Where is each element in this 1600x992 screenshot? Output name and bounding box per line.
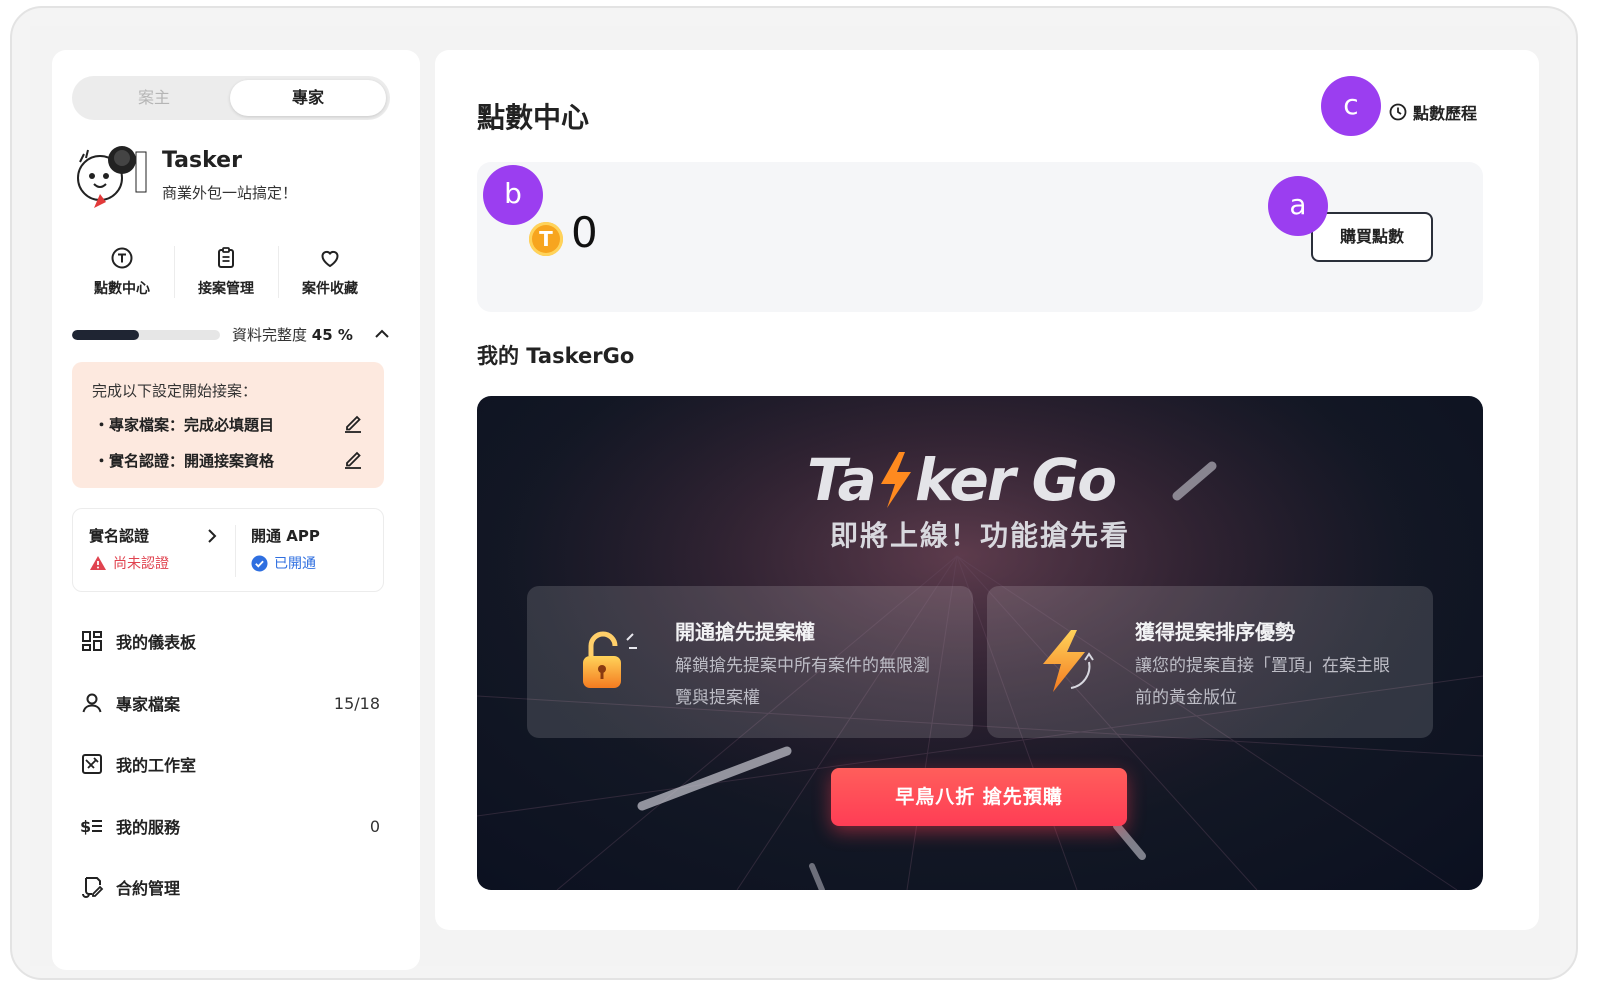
annotation-marker-c: c xyxy=(1321,76,1381,136)
edit-icon[interactable] xyxy=(342,448,364,470)
avatar xyxy=(77,146,147,208)
role-toggle[interactable]: 案主 專家 xyxy=(72,76,390,120)
studio-icon xyxy=(82,754,102,774)
menu-label: 專家檔案 xyxy=(116,695,181,714)
menu-label: 合約管理 xyxy=(116,879,181,898)
check-circle-icon xyxy=(251,555,268,571)
feature-card-ranking-advantage: 獲得提案排序優勢 讓您的提案直接「置頂」在案主眼前的黃金版位 xyxy=(987,586,1433,738)
unlock-icon xyxy=(583,631,637,688)
user-tagline: 商業外包一站搞定！ xyxy=(162,184,298,202)
chevron-right-icon[interactable] xyxy=(203,527,221,545)
user-icon xyxy=(82,693,102,713)
svg-text:Ta: Ta xyxy=(807,446,875,512)
identity-status: 尚未認證 xyxy=(89,553,169,573)
section-title: 我的 TaskerGo xyxy=(477,344,635,368)
feature-card-priority-proposal: 開通搶先提案權 解鎖搶先提案中所有案件的無限瀏覽與提案權 xyxy=(527,586,973,738)
profile-progress-label: 資料完整度 45 % xyxy=(232,324,353,345)
menu-count: 15/18 xyxy=(333,693,380,713)
quick-link-cases[interactable]: 接案管理 xyxy=(174,246,278,298)
points-history-link[interactable]: 點數歷程 xyxy=(1389,100,1477,124)
identity-verification-title[interactable]: 實名認證 xyxy=(89,525,149,546)
divider xyxy=(235,525,236,577)
feature-description: 解鎖搶先提案中所有案件的無限瀏覽與提案權 xyxy=(675,656,930,708)
user-name: Tasker xyxy=(162,148,242,173)
onboarding-todo: 完成以下設定開始接案： ・專家檔案：完成必填題目 ・實名認證：開通接案資格 xyxy=(72,362,384,488)
profile-progress-bar xyxy=(72,330,220,340)
menu-label: 我的工作室 xyxy=(116,756,197,775)
annotation-marker-b: b xyxy=(483,165,543,225)
quick-link-favorites[interactable]: 案件收藏 xyxy=(278,246,382,298)
quick-link-label: 點數中心 xyxy=(94,281,150,297)
todo-item: ・實名認證：開通接案資格 xyxy=(94,452,275,470)
verification-card: 實名認證 尚未認證 開通 APP 已開通 xyxy=(72,508,384,592)
toggle-expert[interactable]: 專家 xyxy=(230,80,386,116)
progress-percent: 45 % xyxy=(311,326,353,344)
points-history-label: 點數歷程 xyxy=(1412,104,1477,123)
lightning-icon xyxy=(1043,630,1094,692)
page-title: 點數中心 xyxy=(477,101,590,134)
menu-count: 0 xyxy=(369,816,380,836)
taskergo-logo: Ta ker Go xyxy=(807,446,1117,512)
early-bird-preorder-button[interactable]: 早鳥八折 搶先預購 xyxy=(831,768,1127,826)
coin-t-icon xyxy=(111,247,133,269)
identity-status-text: 尚未認證 xyxy=(113,556,169,572)
points-balance-card: T 0 購買點數 xyxy=(477,162,1483,312)
services-icon: $ xyxy=(80,817,102,836)
heart-icon xyxy=(321,250,339,268)
taskergo-promo-banner: Ta ker Go 即將上線！功能搶先看 開通搶先提案權 解鎖搶先提案中所有案件… xyxy=(477,396,1483,890)
feature-title: 獲得提案排序優勢 xyxy=(1135,620,1295,644)
svg-text:ker Go: ker Go xyxy=(915,446,1115,512)
menu-item-dashboard[interactable]: 我的儀表板 xyxy=(80,626,380,656)
buy-points-button[interactable]: 購買點數 xyxy=(1311,212,1433,262)
menu-label: 我的儀表板 xyxy=(116,633,197,652)
menu-item-services[interactable]: $ 我的服務 0 xyxy=(80,811,380,841)
edit-icon[interactable] xyxy=(342,412,364,434)
menu-item-expert-profile[interactable]: 專家檔案 15/18 xyxy=(80,688,380,718)
toggle-client[interactable]: 案主 xyxy=(76,80,232,116)
feature-title: 開通搶先提案權 xyxy=(675,620,815,644)
todo-title: 完成以下設定開始接案： xyxy=(92,382,258,400)
progress-label-text: 資料完整度 xyxy=(232,326,308,344)
app-status: 已開通 xyxy=(251,553,316,573)
clipboard-icon xyxy=(218,247,234,268)
coin-t-icon: T xyxy=(529,222,563,256)
app-status-text: 已開通 xyxy=(274,556,316,572)
contract-icon xyxy=(82,877,104,898)
warning-icon xyxy=(90,556,106,570)
profile-progress-fill xyxy=(72,330,139,340)
quick-link-label: 接案管理 xyxy=(198,281,254,297)
app-activation-title: 開通 APP xyxy=(251,527,320,545)
quick-link-points[interactable]: 點數中心 xyxy=(70,246,174,298)
quick-link-label: 案件收藏 xyxy=(302,281,358,297)
dashboard-icon xyxy=(82,631,102,651)
svg-text:$: $ xyxy=(80,817,91,836)
feature-description: 讓您的提案直接「置頂」在案主眼前的黃金版位 xyxy=(1135,656,1390,708)
annotation-marker-a: a xyxy=(1268,176,1328,236)
todo-item: ・專家檔案：完成必填題目 xyxy=(94,416,275,434)
menu-item-contracts[interactable]: 合約管理 xyxy=(80,872,380,902)
sidebar: 案主 專家 Tasker 商業外包一站搞定！ 點數中心 接案管理 案件收藏 資料… xyxy=(52,50,420,970)
promo-subtitle: 即將上線！功能搶先看 xyxy=(829,519,1130,552)
chevron-up-icon[interactable] xyxy=(372,324,392,344)
clock-icon xyxy=(1389,103,1407,121)
points-balance: 0 xyxy=(571,208,598,257)
menu-item-studio[interactable]: 我的工作室 xyxy=(80,749,380,779)
points-center-panel: 點數中心 點數歷程 T 0 購買點數 我的 TaskerGo Ta ker Go… xyxy=(435,50,1539,930)
menu-label: 我的服務 xyxy=(116,818,181,837)
